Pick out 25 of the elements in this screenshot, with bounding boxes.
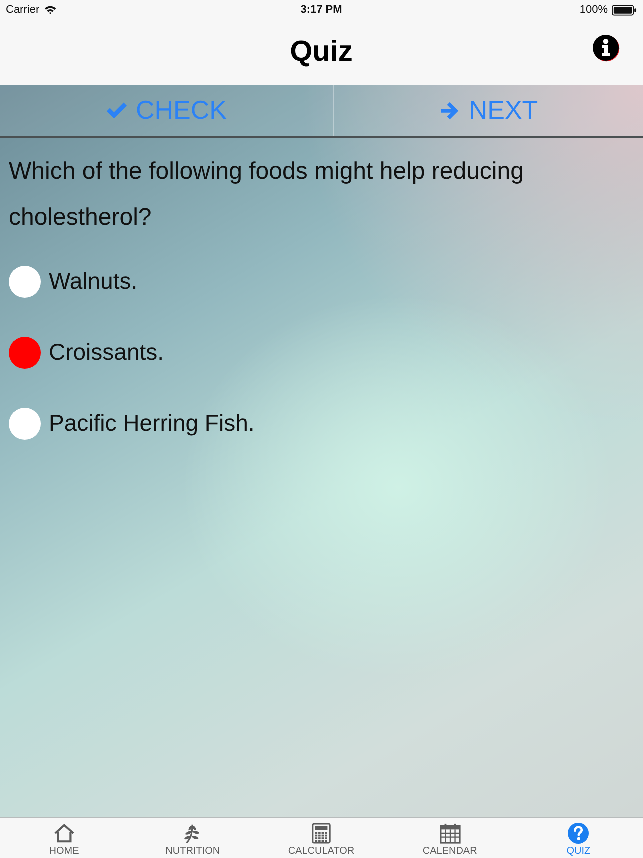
clock-time: 3:17 PM — [300, 4, 342, 16]
answer-option[interactable]: Pacific Herring Fish. — [49, 410, 255, 437]
house-icon — [54, 823, 75, 844]
wifi-icon — [44, 5, 57, 15]
tab-item[interactable]: QUIZ — [514, 818, 643, 858]
right-arrow-icon — [438, 100, 461, 120]
tab-item[interactable]: HOME — [0, 818, 129, 858]
tab-item[interactable]: CALENDAR — [386, 818, 514, 858]
battery-percent: 100% — [580, 4, 608, 16]
question-text: Which of the following foods might help reducing cholestherol? — [9, 157, 525, 233]
info-icon[interactable] — [592, 34, 620, 62]
question-mark-icon — [568, 823, 590, 844]
carrier-label: Carrier — [6, 4, 40, 16]
radio-button[interactable] — [9, 336, 41, 368]
calculator-icon — [310, 823, 332, 844]
radio-button[interactable] — [9, 266, 41, 298]
screen-title: Quiz — [290, 36, 353, 69]
answer-option[interactable]: Croissants. — [49, 339, 164, 366]
tab-item[interactable]: NUTRITION — [128, 818, 258, 858]
answer-option[interactable]: Walnuts. — [49, 268, 138, 295]
tab-item[interactable]: CALCULATOR — [257, 818, 386, 858]
calendar-icon — [440, 823, 461, 844]
battery-icon — [612, 4, 637, 16]
checkmark-icon — [106, 100, 128, 120]
radio-button[interactable] — [9, 408, 41, 440]
